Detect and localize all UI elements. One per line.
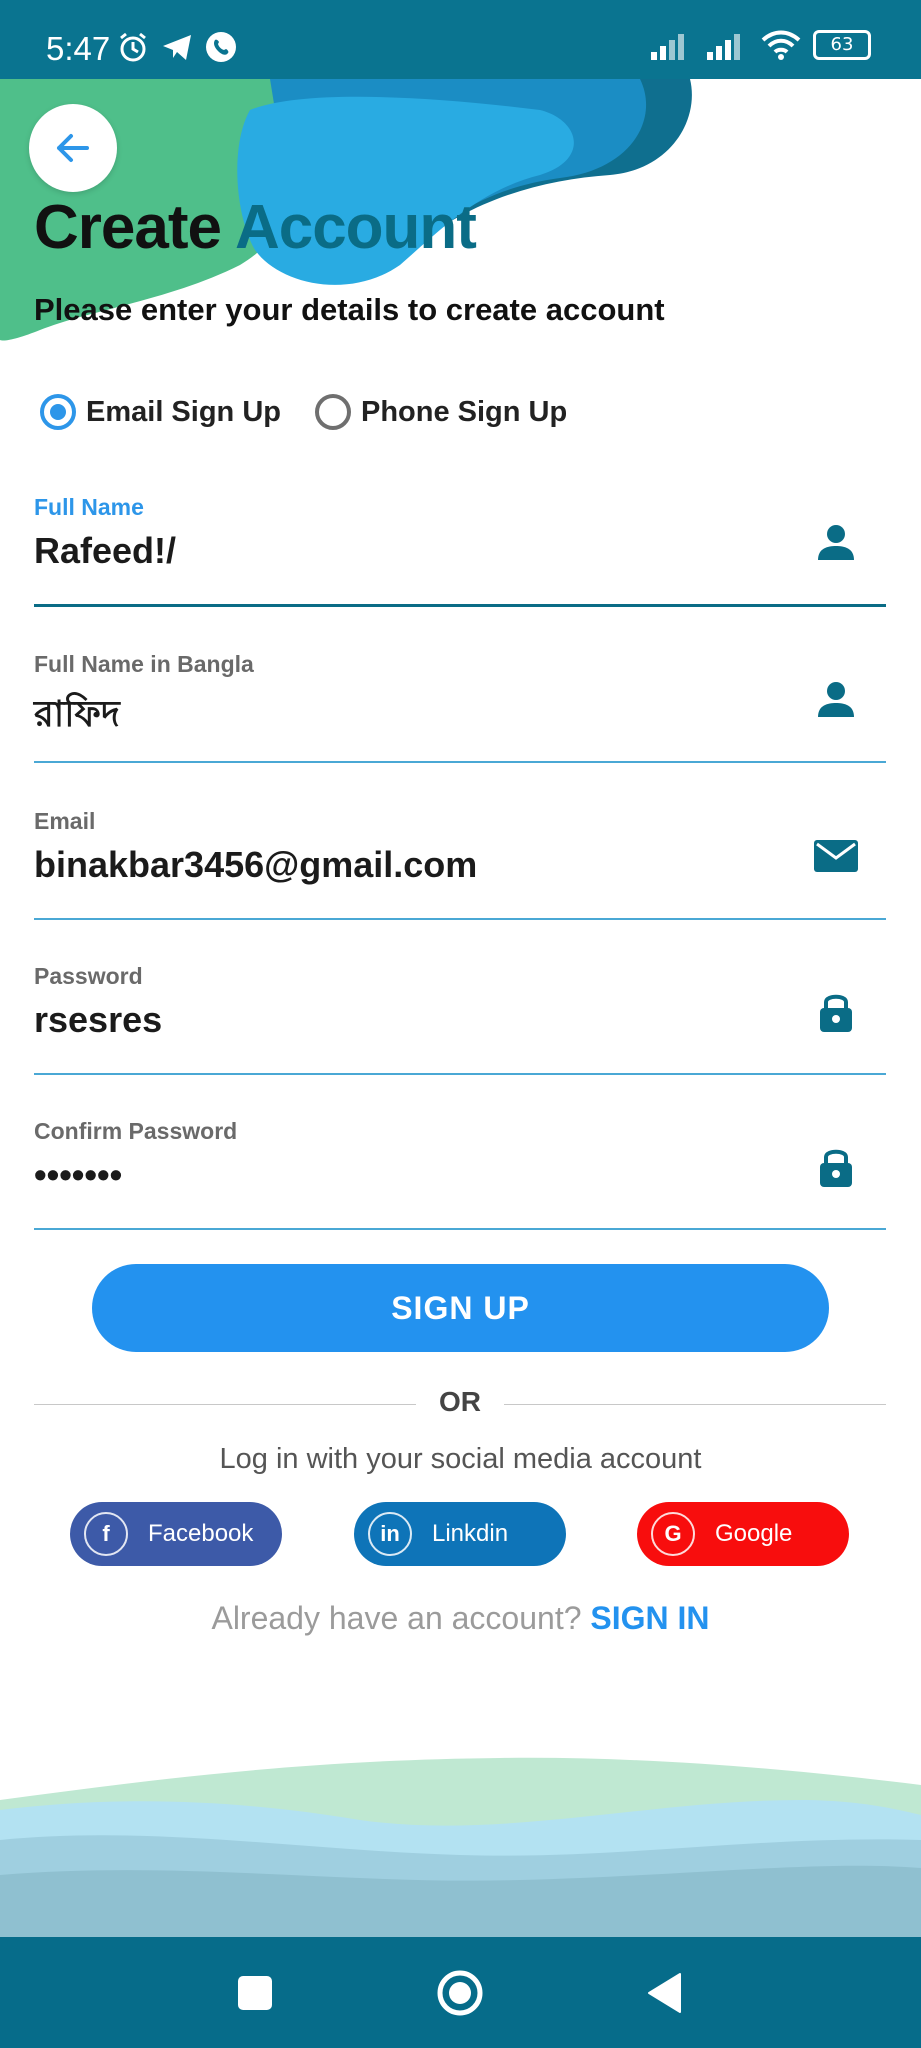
battery-indicator: 63: [813, 30, 871, 60]
phone-signup-label: Phone Sign Up: [360, 395, 568, 428]
home-circle-icon: [437, 1970, 483, 2015]
confirm-password-underline: [34, 1228, 886, 1230]
linkedin-label: Linkdin: [432, 1520, 509, 1547]
page-subtitle: Please enter your details to create acco…: [34, 292, 665, 327]
recents-button[interactable]: [210, 1937, 300, 2048]
mail-icon: [814, 840, 858, 872]
google-label: Google: [715, 1520, 793, 1547]
bangla-name-label: Full Name in Bangla: [34, 651, 254, 677]
signal-icon: [651, 34, 684, 60]
status-bar: 5:47 63: [0, 0, 921, 79]
person-icon: [818, 525, 854, 560]
phone-signup-radio[interactable]: Phone Sign Up: [314, 394, 568, 430]
sign-up-button[interactable]: SIGN UP: [92, 1264, 829, 1352]
phone-call-icon: [206, 32, 236, 62]
signal-icon: [707, 34, 740, 60]
facebook-login-button[interactable]: f Facebook: [70, 1502, 282, 1566]
social-login-hint: Log in with your social media account: [219, 1443, 702, 1475]
divider-line-left: [34, 1404, 416, 1405]
status-time: 5:47: [46, 30, 111, 67]
email-label: Email: [34, 808, 96, 834]
sign-in-prompt: Already have an account? SIGN IN: [0, 1600, 921, 1637]
bangla-name-value[interactable]: রাফিদ: [34, 687, 120, 747]
back-triangle-icon: [648, 1972, 681, 2013]
lock-icon: [820, 1149, 852, 1187]
full-name-label: Full Name: [34, 494, 144, 520]
bangla-name-underline: [34, 761, 886, 763]
confirm-password-label: Confirm Password: [34, 1118, 238, 1144]
password-field[interactable]: Password rsesres: [34, 963, 886, 1083]
status-left-icons: [116, 30, 238, 64]
telegram-icon: [163, 35, 191, 60]
alarm-icon: [120, 32, 146, 62]
linkedin-icon: in: [368, 1512, 412, 1556]
recents-square-icon: [238, 1975, 272, 2010]
arrow-left-icon: [57, 134, 89, 162]
back-nav-button[interactable]: [620, 1937, 710, 2048]
email-signup-radio[interactable]: Email Sign Up: [40, 394, 281, 430]
password-underline: [34, 1073, 886, 1075]
divider-line-right: [504, 1404, 886, 1405]
password-value[interactable]: rsesres: [34, 999, 162, 1041]
password-label: Password: [34, 963, 143, 989]
title-account: Account: [234, 193, 477, 262]
google-icon: G: [651, 1512, 695, 1556]
confirm-password-field[interactable]: Confirm Password •••••••: [34, 1118, 886, 1238]
email-value[interactable]: binakbar3456@gmail.com: [34, 844, 477, 886]
radio-selected-icon: [40, 394, 76, 430]
email-field[interactable]: Email binakbar3456@gmail.com: [34, 808, 886, 928]
signup-mode-group: Email Sign Up Phone Sign Up: [40, 394, 601, 430]
linkedin-login-button[interactable]: in Linkdin: [354, 1502, 566, 1566]
footer-decoration: [0, 1757, 921, 1940]
status-right-icons: 63: [649, 30, 871, 60]
home-button[interactable]: [415, 1937, 505, 2048]
facebook-icon: f: [84, 1512, 128, 1556]
or-label: OR: [439, 1386, 481, 1417]
title-create: Create: [34, 193, 222, 262]
full-name-field[interactable]: Full Name Rafeed!/: [34, 494, 886, 614]
bangla-name-field[interactable]: Full Name in Bangla রাফিদ: [34, 651, 886, 771]
radio-unselected-icon: [314, 394, 351, 430]
google-login-button[interactable]: G Google: [637, 1502, 849, 1566]
confirm-password-value[interactable]: •••••••: [34, 1154, 122, 1196]
back-button[interactable]: [29, 104, 117, 192]
person-icon: [818, 682, 854, 717]
or-divider: OR: [34, 1386, 886, 1422]
email-signup-label: Email Sign Up: [86, 395, 281, 428]
facebook-label: Facebook: [148, 1520, 254, 1547]
lock-icon: [820, 994, 852, 1032]
system-nav-bar: [0, 1937, 921, 2048]
full-name-value[interactable]: Rafeed!/: [34, 530, 176, 572]
wifi-icon: [761, 30, 801, 60]
sign-in-link[interactable]: SIGN IN: [590, 1600, 709, 1636]
page-title: Create Account: [34, 192, 477, 263]
full-name-underline: [34, 604, 886, 607]
sign-in-question: Already have an account?: [211, 1600, 582, 1636]
email-underline: [34, 918, 886, 920]
